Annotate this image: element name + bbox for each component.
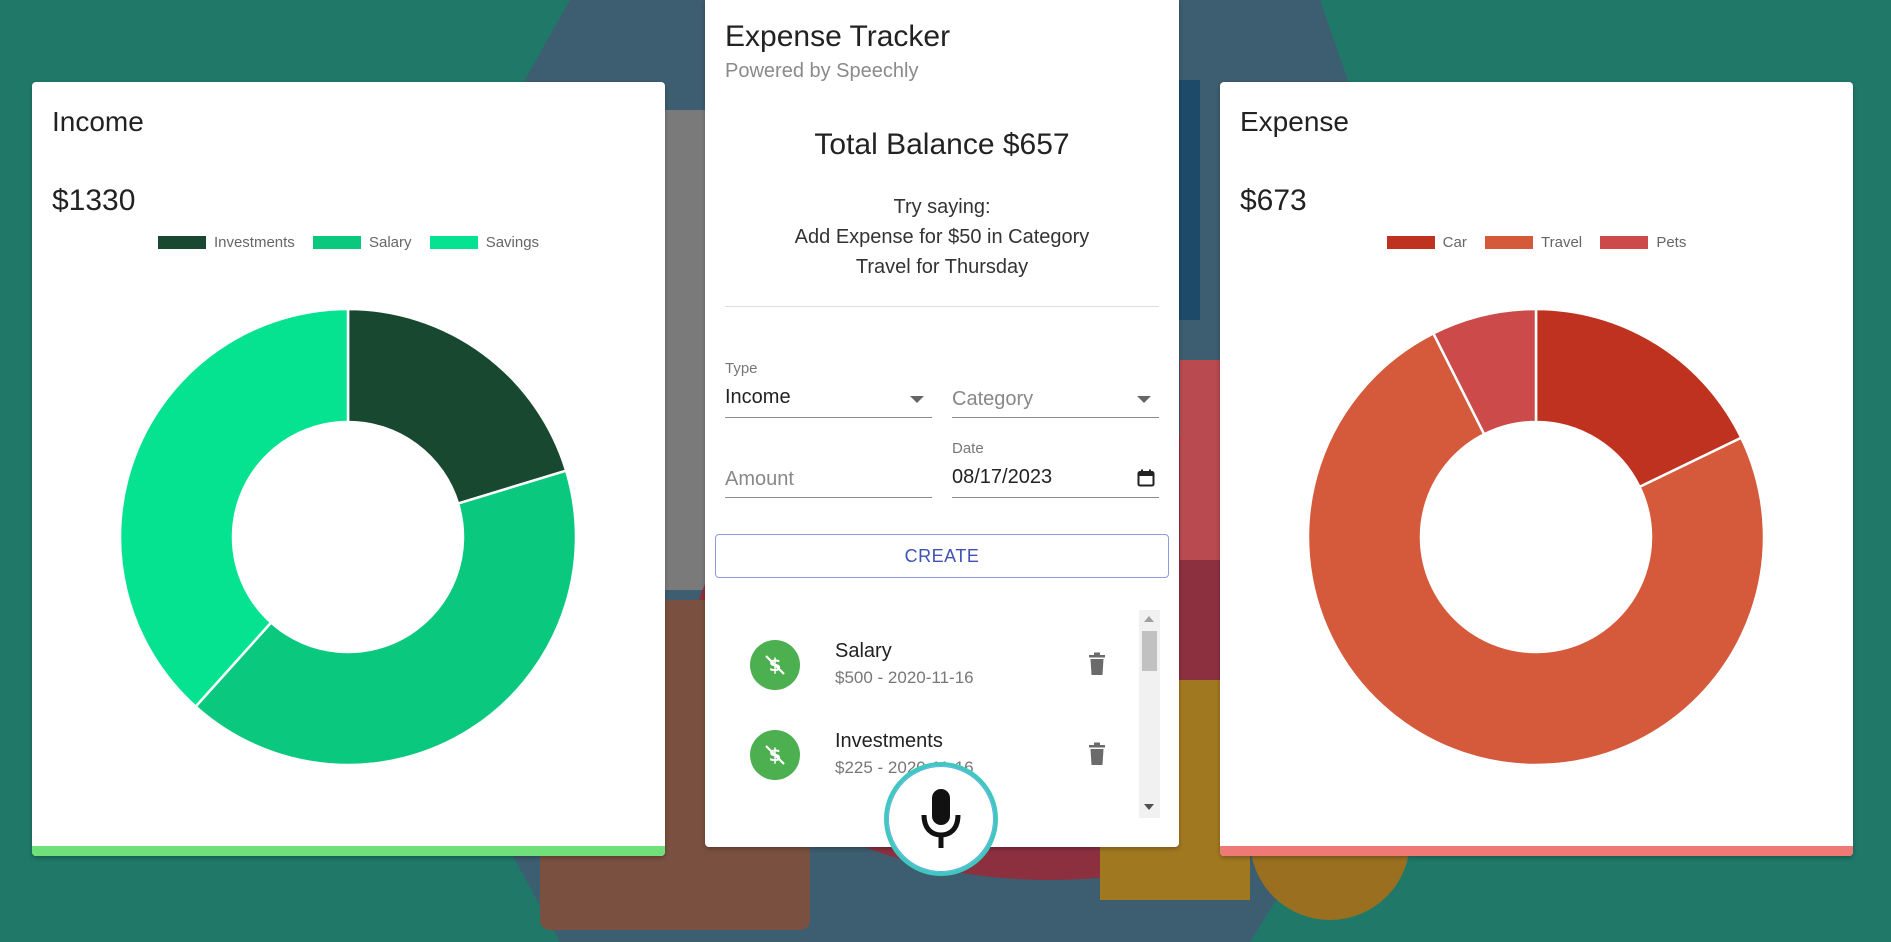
list-scrollbar[interactable] — [1139, 610, 1160, 818]
total-balance: Total Balance $657 — [814, 128, 1070, 161]
category-placeholder: Category — [952, 388, 1034, 410]
type-label: Type — [725, 360, 758, 377]
chevron-down-icon — [910, 396, 924, 403]
transaction-title: Investments — [835, 730, 943, 752]
legend-swatch — [157, 236, 206, 249]
scroll-up-arrow-icon[interactable] — [1144, 616, 1154, 622]
date-value: 08/17/2023 — [952, 466, 1053, 488]
create-button[interactable]: CREATE — [715, 534, 1169, 578]
chevron-down-icon — [1137, 396, 1151, 403]
expense-title: Expense — [1240, 106, 1349, 137]
money-off-icon: $ — [750, 730, 800, 780]
legend-label: Car — [1442, 234, 1467, 251]
legend-item-savings[interactable]: Savings — [429, 234, 540, 251]
divider — [725, 306, 1159, 307]
category-underline — [952, 417, 1159, 418]
trash-icon[interactable] — [1087, 742, 1107, 766]
voice-input-button[interactable] — [884, 762, 998, 876]
date-underline — [952, 497, 1159, 498]
income-title: Income — [52, 106, 144, 137]
amount-underline — [725, 497, 932, 498]
amount-placeholder: Amount — [725, 468, 794, 490]
app-subtitle: Powered by Speechly — [725, 60, 919, 82]
legend-label: Salary — [368, 234, 412, 251]
type-underline — [725, 417, 932, 418]
legend-label: Pets — [1656, 234, 1687, 251]
date-label: Date — [952, 440, 984, 457]
scroll-thumb[interactable] — [1142, 631, 1157, 671]
income-card: Income $1330 Investments Salary Savings — [32, 82, 665, 856]
legend-label: Savings — [485, 234, 540, 251]
hint-line: Try saying: — [893, 196, 991, 218]
calendar-icon[interactable] — [1137, 469, 1155, 487]
expense-legend: Car Travel Pets — [1220, 234, 1853, 253]
trash-icon[interactable] — [1087, 652, 1107, 676]
transaction-title: Salary — [835, 640, 892, 662]
app-title: Expense Tracker — [725, 20, 951, 53]
expense-amount: $673 — [1240, 184, 1307, 217]
expense-donut-chart — [1306, 307, 1766, 767]
legend-swatch — [429, 236, 478, 249]
type-value: Income — [725, 386, 791, 408]
income-legend: Investments Salary Savings — [32, 234, 665, 253]
transaction-subtitle: $500 - 2020-11-16 — [835, 668, 974, 687]
income-donut-chart — [118, 307, 578, 767]
expense-card: Expense $673 Car Travel Pets — [1220, 82, 1853, 856]
legend-swatch — [1485, 236, 1534, 249]
legend-label: Travel — [1541, 234, 1583, 251]
expense-tracker-card: Expense Tracker Powered by Speechly Tota… — [705, 0, 1179, 847]
list-item[interactable]: $ Salary $500 - 2020-11-16 — [725, 610, 1135, 690]
expense-bottom-bar — [1220, 846, 1853, 856]
microphone-icon — [921, 789, 961, 848]
legend-swatch — [1600, 236, 1649, 249]
legend-swatch — [1386, 236, 1435, 249]
income-bottom-bar — [32, 846, 665, 856]
legend-swatch — [312, 236, 361, 249]
legend-item-travel[interactable]: Travel — [1485, 234, 1582, 251]
legend-item-pets[interactable]: Pets — [1600, 234, 1686, 251]
legend-item-salary[interactable]: Salary — [312, 234, 412, 251]
legend-item-investments[interactable]: Investments — [157, 234, 295, 251]
hint-line: Add Expense for $50 in Category — [794, 226, 1090, 248]
income-slice-investments[interactable] — [346, 307, 568, 506]
hint-line: Travel for Thursday — [855, 256, 1029, 278]
legend-label: Investments — [213, 234, 295, 251]
legend-item-car[interactable]: Car — [1386, 234, 1467, 251]
scroll-down-arrow-icon[interactable] — [1144, 804, 1154, 810]
money-off-icon: $ — [750, 640, 800, 690]
income-amount: $1330 — [52, 184, 136, 217]
voice-hint: Try saying: Add Expense for $50 in Categ… — [705, 192, 1179, 282]
